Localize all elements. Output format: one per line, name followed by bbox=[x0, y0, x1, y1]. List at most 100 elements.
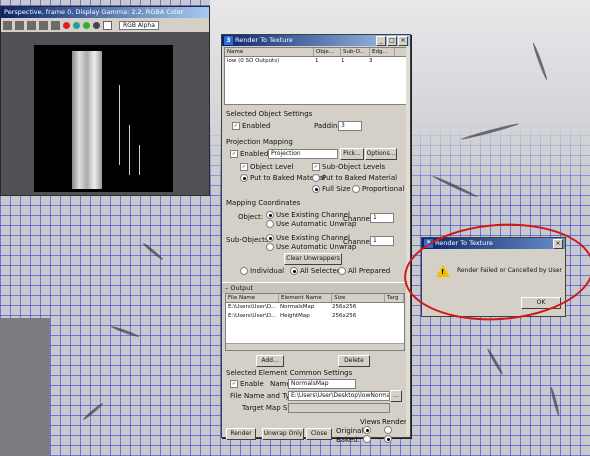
original-views-radio[interactable] bbox=[363, 426, 371, 434]
cell-file-name: E:\Users\User\D... bbox=[228, 304, 277, 310]
use-existing-radio-2[interactable]: Use Existing Channel bbox=[266, 234, 350, 242]
objects-table-header: Name Obje... Sub-O... Edg... bbox=[225, 48, 407, 57]
unwrap-only-button[interactable]: Unwrap Only bbox=[262, 428, 304, 440]
channel-spinner-2[interactable]: 1 bbox=[370, 236, 394, 246]
target-map-slot-select[interactable] bbox=[288, 403, 390, 413]
maximize-button[interactable]: □ bbox=[387, 36, 397, 46]
options-button[interactable]: Options... bbox=[365, 148, 397, 160]
print-icon[interactable] bbox=[39, 20, 48, 30]
close-dialog-button[interactable]: Close bbox=[306, 428, 332, 440]
col-subobjects[interactable]: Sub-O... bbox=[341, 48, 370, 56]
baked-render-radio[interactable] bbox=[384, 435, 392, 443]
col-size[interactable]: Size bbox=[332, 294, 385, 302]
clear-icon[interactable] bbox=[51, 20, 60, 30]
output-label: Output bbox=[230, 284, 253, 292]
dialog-scrollbar[interactable] bbox=[406, 47, 410, 435]
table-row[interactable]: E:\Users\User\D... NormalsMap 256x256 bbox=[226, 303, 404, 312]
rendered-image bbox=[34, 45, 173, 192]
rtt-title-bar[interactable]: 3 Render To Texture _ □ × bbox=[222, 35, 410, 46]
delete-button[interactable]: Delete bbox=[338, 355, 370, 367]
horizontal-scrollbar[interactable] bbox=[226, 343, 404, 350]
mesh-detail bbox=[110, 324, 140, 339]
texture-detail bbox=[139, 145, 140, 175]
alpha-channel-icon[interactable] bbox=[93, 21, 100, 29]
render-button[interactable]: Render bbox=[226, 428, 256, 440]
table-row[interactable]: E:\Users\User\D... HeightMap 256x256 bbox=[226, 312, 404, 321]
baked-label: Baked: bbox=[336, 436, 361, 444]
col-file-name[interactable]: File Name bbox=[226, 294, 279, 302]
save-icon[interactable] bbox=[3, 20, 12, 30]
output-rollout[interactable]: – Output bbox=[222, 282, 408, 293]
copy-icon[interactable] bbox=[15, 20, 24, 30]
col-objects[interactable]: Obje... bbox=[314, 48, 341, 56]
element-name-input[interactable]: NormalsMap bbox=[288, 379, 356, 389]
texture-detail bbox=[129, 125, 130, 175]
section-element-settings: Selected Element Common Settings bbox=[226, 369, 353, 377]
channel-select[interactable]: RGB Alpha bbox=[119, 20, 159, 30]
red-channel-icon[interactable] bbox=[63, 21, 70, 29]
table-row[interactable]: low (0 SO Outputs) 1 1 3 bbox=[225, 57, 407, 66]
close-button[interactable]: × bbox=[398, 36, 408, 46]
put-baked-label-2: Put to Baked Material bbox=[322, 174, 398, 182]
baked-views-radio[interactable] bbox=[363, 435, 371, 443]
full-size-radio[interactable]: Full Size bbox=[312, 185, 351, 193]
mono-icon[interactable] bbox=[103, 20, 112, 30]
channel-spinner[interactable]: 1 bbox=[370, 213, 394, 223]
app-logo-icon: 3 bbox=[224, 36, 233, 45]
proportional-radio[interactable]: Proportional bbox=[352, 185, 404, 193]
rtt-title: Render To Texture bbox=[235, 36, 293, 44]
sub-object-levels-checkbox[interactable]: ✓ Sub-Object Levels bbox=[312, 163, 385, 171]
padding-spinner[interactable]: 3 bbox=[338, 121, 362, 131]
radio-icon bbox=[312, 174, 320, 182]
blue-channel-icon[interactable] bbox=[83, 21, 90, 29]
frame-window-title: Perspective, frame 0, Display Gamma: 2.2… bbox=[1, 7, 209, 18]
cell-file-name: E:\Users\User\D... bbox=[228, 313, 277, 319]
browse-button[interactable]: ... bbox=[390, 390, 402, 402]
green-channel-icon[interactable] bbox=[73, 21, 80, 29]
output-table-header: File Name Element Name Size Targ bbox=[226, 294, 404, 303]
rendered-frame-window[interactable]: Perspective, frame 0, Display Gamma: 2.2… bbox=[0, 6, 210, 196]
section-mapping-coordinates: Mapping Coordinates bbox=[226, 199, 301, 207]
cell-subobjects: 1 bbox=[341, 58, 345, 64]
objects-table[interactable]: Name Obje... Sub-O... Edg... low (0 SO O… bbox=[224, 47, 408, 105]
check-icon: ✓ bbox=[232, 122, 240, 130]
views-label: Views bbox=[360, 418, 381, 426]
clear-unwrappers-button[interactable]: Clear Unwrappers bbox=[284, 253, 342, 265]
object-level-checkbox[interactable]: ✓ Object Level bbox=[240, 163, 294, 171]
all-selected-radio[interactable]: All Selected bbox=[290, 267, 341, 275]
put-baked-radio-2[interactable]: Put to Baked Material bbox=[312, 174, 397, 182]
enable-checkbox[interactable]: ✓ Enable bbox=[230, 380, 264, 388]
radio-icon bbox=[240, 174, 248, 182]
projection-select[interactable]: Projection bbox=[268, 149, 338, 159]
cell-objects: 1 bbox=[315, 58, 319, 64]
clone-icon[interactable] bbox=[27, 20, 36, 30]
cell-size: 256x256 bbox=[332, 313, 357, 319]
pm-enabled-label: Enabled bbox=[240, 150, 269, 158]
output-table[interactable]: File Name Element Name Size Targ E:\User… bbox=[225, 293, 405, 351]
cell-element-name: NormalsMap bbox=[280, 304, 315, 310]
pm-enabled-checkbox[interactable]: ✓ Enabled bbox=[230, 150, 268, 158]
add-button[interactable]: Add... bbox=[256, 355, 284, 367]
col-name[interactable]: Name bbox=[225, 48, 314, 56]
file-name-input[interactable]: E:\Users\User\Desktop\lowNormals bbox=[288, 391, 390, 401]
cell-element-name: HeightMap bbox=[280, 313, 310, 319]
pick-button[interactable]: Pick... bbox=[340, 148, 364, 160]
mesh-detail bbox=[82, 401, 104, 422]
use-existing-radio[interactable]: Use Existing Channel bbox=[266, 211, 350, 219]
enabled-checkbox[interactable]: ✓ Enabled bbox=[232, 122, 270, 130]
proportional-label: Proportional bbox=[362, 185, 405, 193]
render-to-texture-dialog[interactable]: 3 Render To Texture _ □ × Name Obje... S… bbox=[221, 34, 411, 444]
mesh-detail bbox=[142, 241, 164, 262]
col-edges[interactable]: Edg... bbox=[370, 48, 395, 56]
original-render-radio[interactable] bbox=[384, 426, 392, 434]
use-existing-label-2: Use Existing Channel bbox=[276, 234, 350, 242]
col-target[interactable]: Targ bbox=[385, 294, 404, 302]
col-element-name[interactable]: Element Name bbox=[279, 294, 332, 302]
radio-icon bbox=[290, 267, 298, 275]
cell-size: 256x256 bbox=[332, 304, 357, 310]
minimize-button[interactable]: _ bbox=[376, 36, 386, 46]
individual-radio[interactable]: Individual bbox=[240, 267, 284, 275]
all-prepared-radio[interactable]: All Prepared bbox=[338, 267, 390, 275]
mesh-detail bbox=[549, 386, 561, 417]
check-icon: ✓ bbox=[240, 163, 248, 171]
